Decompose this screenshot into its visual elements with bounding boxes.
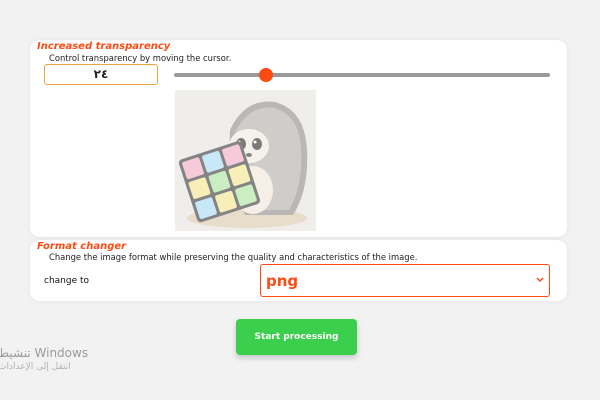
- format-select[interactable]: png: [260, 264, 550, 297]
- transparency-description: Control transparency by moving the curso…: [49, 53, 232, 63]
- slider-handle[interactable]: [259, 68, 274, 82]
- preview-image: [175, 90, 316, 231]
- transparency-panel: Increased transparency Control transpare…: [30, 40, 567, 237]
- start-processing-button[interactable]: Start processing: [236, 319, 357, 355]
- change-to-label: change to: [44, 276, 90, 286]
- transparency-value-field[interactable]: ٢٤: [44, 64, 158, 85]
- format-title: Format changer: [37, 241, 127, 252]
- transparency-slider[interactable]: [174, 68, 550, 82]
- windows-activation-watermark: تنشيط Windows: [0, 346, 89, 360]
- format-select-value: png: [266, 272, 299, 290]
- format-description: Change the image format while preserving…: [49, 252, 418, 262]
- transparency-title: Increased transparency: [37, 41, 171, 52]
- windows-activation-subtext: انتقل إلى الإعدادات: [0, 362, 71, 372]
- format-panel: Format changer Change the image format w…: [30, 240, 567, 301]
- hedgehog-cube-image: [175, 90, 316, 231]
- chevron-down-icon: [536, 277, 544, 283]
